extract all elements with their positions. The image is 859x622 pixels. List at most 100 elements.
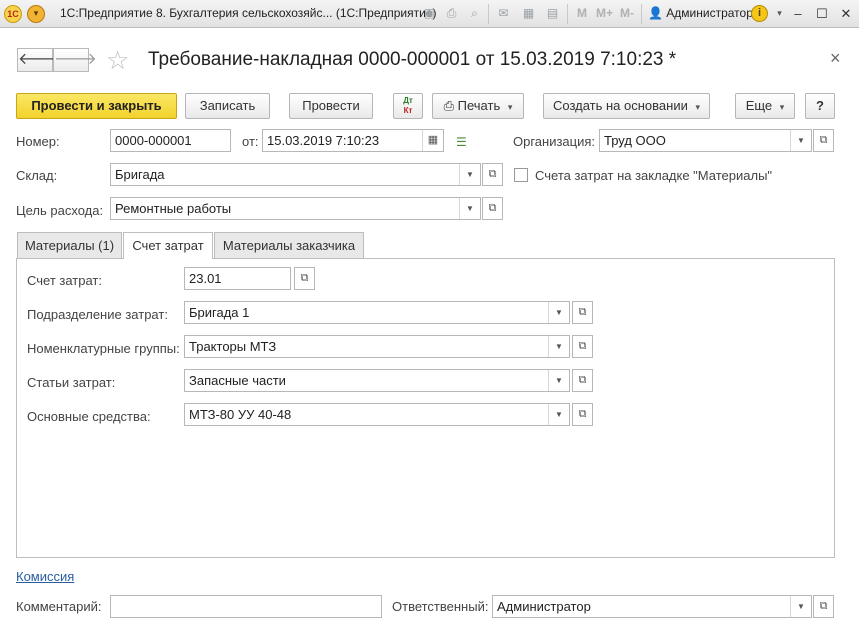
post-button[interactable]: Провести bbox=[289, 93, 373, 119]
dt-kt-button[interactable]: Дт Кт bbox=[393, 93, 423, 119]
more-label: Еще bbox=[745, 98, 773, 113]
dt-label: Дт bbox=[403, 96, 413, 105]
document-status-icon: ☰ bbox=[456, 135, 467, 149]
chevron-down-icon[interactable]: ▼ bbox=[459, 198, 480, 219]
open-warehouse-button[interactable]: ⧉ bbox=[482, 163, 503, 186]
cost-division-label: Подразделение затрат: bbox=[27, 307, 168, 322]
preview-icon[interactable]: ⌕ bbox=[466, 5, 483, 22]
memory-m-button[interactable]: M bbox=[577, 6, 587, 20]
comment-field[interactable] bbox=[110, 595, 382, 618]
cost-division-field[interactable]: Бригада 1 ▼ bbox=[184, 301, 570, 324]
number-field[interactable]: 0000-000001 bbox=[110, 129, 231, 152]
open-responsible-button[interactable]: ⧉ bbox=[813, 595, 834, 618]
date-value: 15.03.2019 7:10:23 bbox=[267, 133, 380, 148]
open-nomenclature-groups-button[interactable]: ⧉ bbox=[572, 335, 593, 358]
open-cost-division-button[interactable]: ⧉ bbox=[572, 301, 593, 324]
chevron-down-icon[interactable]: ▼ bbox=[459, 164, 480, 185]
cost-account-value: 23.01 bbox=[189, 271, 222, 286]
chevron-down-icon[interactable]: ▼ bbox=[548, 370, 569, 391]
post-and-close-button[interactable]: Провести и закрыть bbox=[16, 93, 177, 119]
tab-cost-account[interactable]: Счет затрат bbox=[123, 232, 213, 259]
maximize-button[interactable]: ☐ bbox=[811, 3, 833, 25]
cost-account-field[interactable]: 23.01 bbox=[184, 267, 291, 290]
mail-icon[interactable]: ✉ bbox=[495, 5, 512, 22]
arrow-right-icon: 🡒 bbox=[54, 51, 97, 68]
open-fixed-assets-button[interactable]: ⧉ bbox=[572, 403, 593, 426]
info-icon[interactable]: i bbox=[751, 5, 768, 22]
purpose-value: Ремонтные работы bbox=[115, 201, 232, 216]
help-button[interactable]: ? bbox=[805, 93, 835, 119]
tab-customer-materials[interactable]: Материалы заказчика bbox=[214, 232, 364, 258]
responsible-value: Администратор bbox=[497, 599, 591, 614]
dt-kt-icon: Дт Кт bbox=[394, 96, 422, 116]
print-label: Печать bbox=[457, 98, 501, 113]
print-icon[interactable]: ⎙ bbox=[443, 5, 460, 22]
nomenclature-groups-field[interactable]: Тракторы МТЗ ▼ bbox=[184, 335, 570, 358]
tab-panel-cost-account: Счет затрат: 23.01 ⧉ Подразделение затра… bbox=[16, 258, 835, 558]
toolbar-separator bbox=[567, 4, 568, 24]
fixed-assets-field[interactable]: МТЗ-80 УУ 40-48 ▼ bbox=[184, 403, 570, 426]
open-icon: ⧉ bbox=[819, 134, 828, 146]
cost-items-value: Запасные части bbox=[189, 373, 286, 388]
more-actions-button[interactable]: Еще ▾ bbox=[735, 93, 795, 119]
chevron-down-icon[interactable]: ▼ bbox=[548, 336, 569, 357]
open-cost-account-button[interactable]: ⧉ bbox=[294, 267, 315, 290]
responsible-field[interactable]: Администратор ▼ bbox=[492, 595, 812, 618]
open-purpose-button[interactable]: ⧉ bbox=[482, 197, 503, 220]
save-icon[interactable]: ▣ bbox=[421, 5, 438, 22]
organization-value: Труд ООО bbox=[604, 133, 666, 148]
calendar-icon[interactable]: ▤ bbox=[544, 5, 561, 22]
cost-accounts-checkbox[interactable] bbox=[514, 168, 528, 182]
back-button[interactable]: 🡐 bbox=[17, 48, 61, 72]
warehouse-field[interactable]: Бригада ▼ bbox=[110, 163, 481, 186]
chevron-down-icon: ▾ bbox=[507, 102, 513, 112]
memory-plus-button[interactable]: M+ bbox=[596, 6, 613, 20]
window-titlebar: 1С ▾ 1С:Предприятие 8. Бухгалтерия сельс… bbox=[0, 0, 859, 28]
chevron-down-icon[interactable]: ▼ bbox=[548, 302, 569, 323]
date-field[interactable]: 15.03.2019 7:10:23 ▦ bbox=[262, 129, 444, 152]
close-window-button[interactable]: ✕ bbox=[835, 3, 857, 25]
chevron-down-icon[interactable]: ▼ bbox=[790, 130, 811, 151]
fixed-assets-label: Основные средства: bbox=[27, 409, 151, 424]
user-icon: 👤 bbox=[648, 6, 663, 20]
memory-minus-button[interactable]: M- bbox=[620, 6, 634, 20]
chevron-down-icon[interactable]: ▼ bbox=[548, 404, 569, 425]
calendar-icon[interactable]: ▦ bbox=[422, 130, 443, 151]
main-menu-icon[interactable]: ▾ bbox=[27, 5, 45, 23]
page-title: Требование-накладная 0000-000001 от 15.0… bbox=[148, 49, 677, 70]
favorite-star-icon[interactable]: ☆ bbox=[106, 46, 129, 74]
open-cost-items-button[interactable]: ⧉ bbox=[572, 369, 593, 392]
open-icon: ⧉ bbox=[300, 272, 309, 284]
warehouse-label: Склад: bbox=[16, 168, 58, 183]
open-icon: ⧉ bbox=[578, 340, 587, 352]
save-button[interactable]: Записать bbox=[185, 93, 270, 119]
organization-field[interactable]: Труд ООО ▼ bbox=[599, 129, 812, 152]
printer-icon: ⎙ bbox=[443, 98, 455, 113]
print-menu-button[interactable]: ⎙ Печать ▾ bbox=[432, 93, 524, 119]
commission-link[interactable]: Комиссия bbox=[16, 569, 74, 584]
open-icon: ⧉ bbox=[578, 306, 587, 318]
forward-button[interactable]: 🡒 bbox=[53, 48, 97, 72]
current-user-name: Администратор bbox=[666, 6, 753, 20]
open-icon: ⧉ bbox=[578, 374, 587, 386]
window-title: 1С:Предприятие 8. Бухгалтерия сельскохоз… bbox=[60, 6, 437, 20]
purpose-field[interactable]: Ремонтные работы ▼ bbox=[110, 197, 481, 220]
minimize-button[interactable]: – bbox=[787, 3, 809, 25]
date-label: от: bbox=[242, 134, 259, 149]
chevron-down-icon[interactable]: ▼ bbox=[790, 596, 811, 617]
open-organization-button[interactable]: ⧉ bbox=[813, 129, 834, 152]
table-icon[interactable]: ▦ bbox=[520, 5, 537, 22]
nomenclature-groups-value: Тракторы МТЗ bbox=[189, 339, 277, 354]
open-icon: ⧉ bbox=[488, 202, 497, 214]
nomenclature-groups-label: Номенклатурные группы: bbox=[27, 341, 180, 356]
warehouse-value: Бригада bbox=[115, 167, 165, 182]
cost-items-field[interactable]: Запасные части ▼ bbox=[184, 369, 570, 392]
tab-materials[interactable]: Материалы (1) bbox=[17, 232, 122, 258]
purpose-label: Цель расхода: bbox=[16, 203, 104, 218]
current-user[interactable]: 👤 Администратор bbox=[648, 6, 753, 20]
toolbar-separator bbox=[488, 4, 489, 24]
info-menu-chevron-icon[interactable]: ▾ bbox=[771, 5, 788, 22]
comment-label: Комментарий: bbox=[16, 599, 102, 614]
create-based-on-button[interactable]: Создать на основании ▾ bbox=[543, 93, 710, 119]
close-form-icon[interactable]: × bbox=[830, 48, 841, 69]
